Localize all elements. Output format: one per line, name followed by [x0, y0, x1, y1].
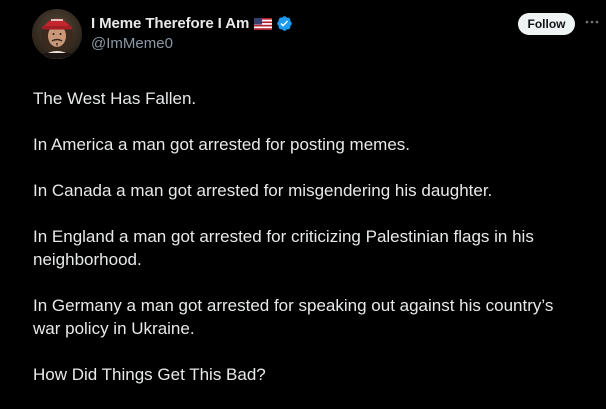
post-paragraph: In England a man got arrested for critic…: [33, 227, 534, 269]
verified-badge-icon[interactable]: [276, 15, 293, 32]
author-info: I Meme Therefore I Am @ImMeme0: [91, 12, 293, 52]
follow-button[interactable]: Follow: [518, 13, 575, 35]
avatar-portrait-icon: [32, 9, 82, 59]
us-flag-icon: [254, 17, 273, 30]
author-handle[interactable]: @ImMeme0: [91, 35, 293, 52]
tweet-card: I Meme Therefore I Am @ImMeme0 Follow Th…: [0, 0, 606, 406]
more-options-icon[interactable]: [584, 14, 600, 30]
post-paragraph: In Canada a man got arrested for misgend…: [33, 181, 493, 200]
author-name-row: I Meme Therefore I Am: [91, 12, 293, 34]
avatar[interactable]: [32, 9, 82, 59]
post-body: The West Has Fallen. In America a man go…: [33, 87, 583, 409]
post-paragraph: The West Has Fallen.: [33, 89, 197, 108]
post-paragraph: How Did Things Get This Bad?: [33, 365, 266, 384]
post-paragraph: In Germany a man got arrested for speaki…: [33, 296, 554, 338]
author-display-name[interactable]: I Meme Therefore I Am: [91, 15, 249, 32]
post-paragraph: In America a man got arrested for postin…: [33, 135, 411, 154]
